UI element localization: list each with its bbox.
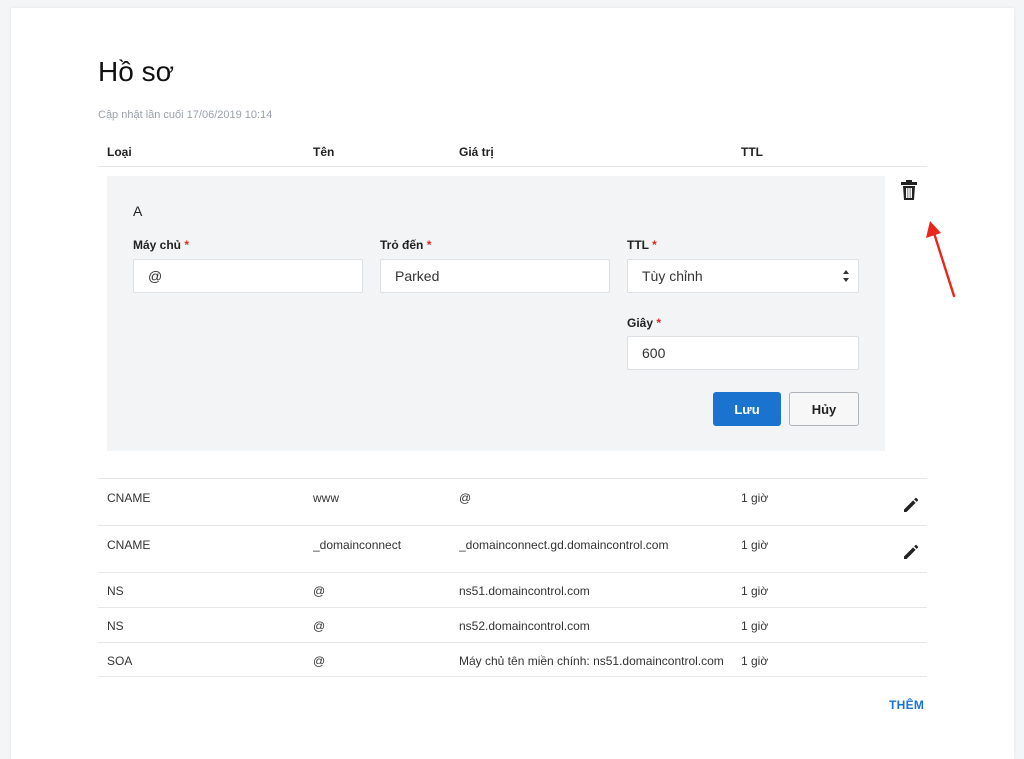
required-mark: * <box>652 238 657 252</box>
pencil-icon[interactable] <box>901 495 921 515</box>
record-type-cell: CNAME <box>107 538 151 552</box>
record-value-cell: _domainconnect.gd.domaincontrol.com <box>459 538 669 552</box>
host-label: Máy chủ * <box>133 238 189 252</box>
annotation-arrow-icon <box>926 221 956 298</box>
points-to-input[interactable]: Parked <box>380 259 610 293</box>
records-card: Hồ sơ Cập nhật lần cuối 17/06/2019 10:14… <box>11 8 1014 759</box>
add-record-link[interactable]: THÊM <box>889 698 924 712</box>
record-type-cell: NS <box>107 584 124 598</box>
record-type: A <box>133 203 143 219</box>
record-name-cell: @ <box>313 654 326 668</box>
record-row: NS @ ns52.domaincontrol.com 1 giờ <box>98 607 927 642</box>
record-name-cell: www <box>313 491 339 505</box>
record-row: SOA @ Máy chủ tên miền chính: ns51.domai… <box>98 642 927 676</box>
ttl-select-value: Tùy chỉnh <box>642 268 703 284</box>
host-input[interactable]: @ <box>133 259 363 293</box>
pencil-icon[interactable] <box>901 542 921 562</box>
column-header-value: Giá trị <box>459 145 494 159</box>
seconds-input-value: 600 <box>642 345 666 361</box>
seconds-label: Giây * <box>627 316 661 330</box>
last-updated-text: Cập nhật lần cuối 17/06/2019 10:14 <box>98 109 273 121</box>
column-header-name: Tên <box>313 145 335 159</box>
record-ttl-cell: 1 giờ <box>741 491 769 505</box>
ttl-select[interactable]: Tùy chỉnh <box>627 259 859 293</box>
record-name-cell: @ <box>313 619 326 633</box>
record-ttl-cell: 1 giờ <box>741 584 769 598</box>
record-type-cell: SOA <box>107 654 133 668</box>
points-to-label: Trỏ đến * <box>380 238 431 252</box>
record-row: CNAME www @ 1 giờ <box>98 478 927 525</box>
points-to-input-value: Parked <box>395 268 440 284</box>
record-name-cell: @ <box>313 584 326 598</box>
seconds-input[interactable]: 600 <box>627 336 859 370</box>
record-row: CNAME _domainconnect _domainconnect.gd.d… <box>98 525 927 572</box>
column-header-ttl: TTL <box>741 145 763 159</box>
save-button[interactable]: Lưu <box>713 392 781 426</box>
record-value-cell: Máy chủ tên miền chính: ns51.domaincontr… <box>459 654 724 668</box>
header-divider <box>98 166 927 167</box>
table-bottom-divider <box>98 676 927 677</box>
cancel-button[interactable]: Hủy <box>789 392 859 426</box>
record-value-cell: ns52.domaincontrol.com <box>459 619 590 633</box>
record-ttl-cell: 1 giờ <box>741 654 769 668</box>
record-value-cell: @ <box>459 491 472 505</box>
record-type-cell: NS <box>107 619 124 633</box>
select-arrows-icon <box>843 270 849 282</box>
record-name-cell: _domainconnect <box>313 538 402 552</box>
points-to-label-text: Trỏ đến <box>380 238 424 252</box>
host-label-text: Máy chủ <box>133 238 182 252</box>
record-ttl-cell: 1 giờ <box>741 538 769 552</box>
record-row: NS @ ns51.domaincontrol.com 1 giờ <box>98 572 927 607</box>
required-mark: * <box>426 238 432 252</box>
record-value-cell: ns51.domaincontrol.com <box>459 584 590 598</box>
seconds-label-text: Giây <box>627 316 654 330</box>
required-mark: * <box>184 238 190 252</box>
host-input-value: @ <box>148 268 163 284</box>
record-type-cell: CNAME <box>107 491 151 505</box>
column-header-type: Loại <box>107 145 132 159</box>
record-edit-panel: A Máy chủ * @ Trỏ đến * Parked TTL * Tùy… <box>107 176 885 451</box>
ttl-label-text: TTL <box>627 238 649 252</box>
page-title: Hồ sơ <box>98 56 174 87</box>
record-ttl-cell: 1 giờ <box>741 619 769 633</box>
ttl-label: TTL * <box>627 238 657 252</box>
required-mark: * <box>656 316 662 330</box>
trash-icon[interactable] <box>901 179 917 201</box>
